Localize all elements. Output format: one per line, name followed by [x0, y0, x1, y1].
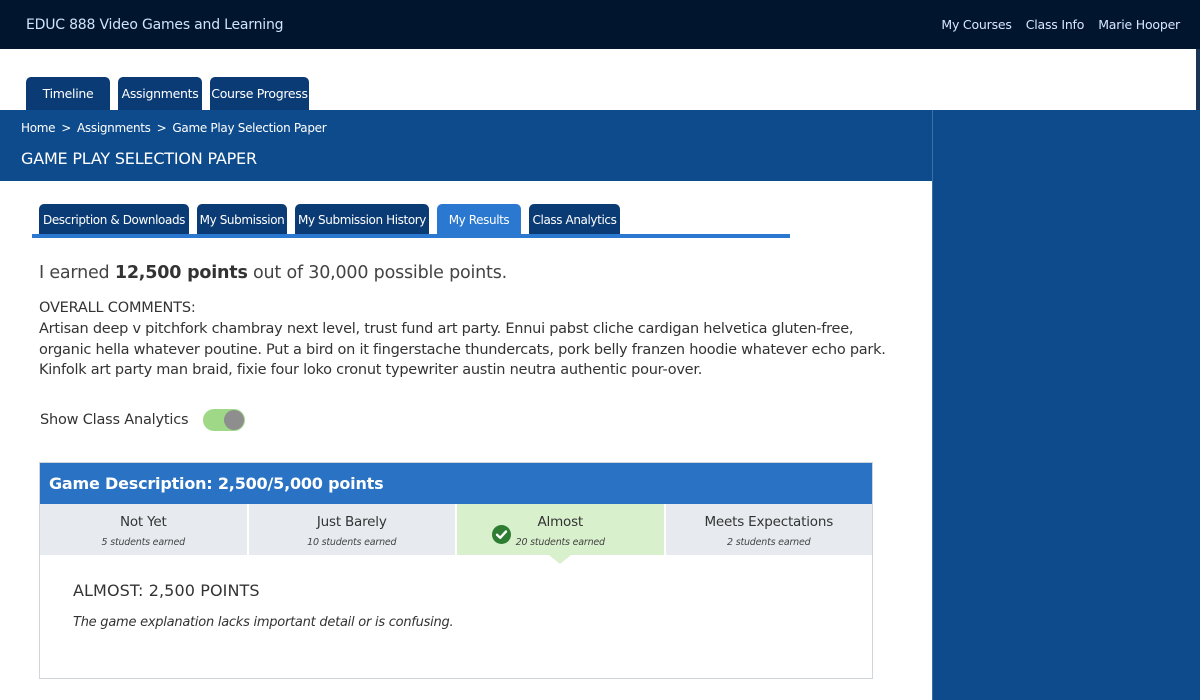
overall-comments-text: Artisan deep v pitchfork chambray next l…	[39, 321, 886, 378]
level-name: Not Yet	[119, 514, 167, 530]
level-almost[interactable]: Almost 20 students earned	[457, 504, 666, 555]
toggle-knob	[224, 410, 244, 430]
breadcrumb-current: Game Play Selection Paper	[172, 121, 327, 135]
level-count: 10 students earned	[307, 537, 397, 548]
points-suffix: out of 30,000 possible points.	[247, 263, 507, 283]
class-analytics-toggle[interactable]	[203, 409, 245, 431]
right-sidebar	[932, 110, 1200, 700]
level-count: 20 students earned	[515, 537, 605, 548]
selected-level-pointer	[549, 555, 571, 564]
level-just-barely[interactable]: Just Barely 10 students earned	[248, 504, 457, 555]
tab-my-results[interactable]: My Results	[437, 204, 521, 235]
course-title[interactable]: EDUC 888 Video Games and Learning	[26, 17, 284, 33]
rubric-card: Game Description: 2,500/5,000 points Not…	[39, 462, 873, 679]
my-courses-link[interactable]: My Courses	[941, 17, 1012, 32]
breadcrumb-home[interactable]: Home	[21, 121, 56, 135]
level-not-yet[interactable]: Not Yet 5 students earned	[40, 504, 249, 555]
user-menu-link[interactable]: Marie Hooper	[1098, 17, 1180, 32]
page-header: Home > Assignments > Game Play Selection…	[0, 110, 932, 181]
level-name: Just Barely	[316, 514, 387, 530]
breadcrumb-separator: >	[61, 121, 72, 135]
tabs-underline	[32, 234, 790, 238]
level-count: 5 students earned	[101, 537, 186, 548]
class-info-link[interactable]: Class Info	[1026, 17, 1085, 32]
breadcrumb-assignments[interactable]: Assignments	[77, 121, 151, 135]
tab-course-progress[interactable]: Course Progress	[210, 77, 309, 110]
breadcrumb: Home > Assignments > Game Play Selection…	[21, 121, 327, 135]
scroll-edge	[1196, 49, 1200, 110]
page-title: GAME PLAY SELECTION PAPER	[21, 149, 257, 168]
tab-class-analytics[interactable]: Class Analytics	[529, 204, 620, 235]
top-bar: EDUC 888 Video Games and Learning My Cou…	[0, 0, 1200, 49]
result-description: The game explanation lacks important det…	[73, 615, 454, 630]
points-earned: 12,500 points	[114, 263, 248, 283]
assignment-tabs: Description & Downloads My Submission My…	[39, 204, 620, 235]
level-name: Meets Expectations	[704, 514, 834, 530]
tab-my-submission-history[interactable]: My Submission History	[295, 204, 429, 235]
tab-assignments[interactable]: Assignments	[118, 77, 202, 110]
points-summary: I earned 12,500 points out of 30,000 pos…	[39, 263, 507, 283]
tab-description-downloads[interactable]: Description & Downloads	[39, 204, 189, 235]
level-meets-expectations[interactable]: Meets Expectations 2 students earned	[665, 504, 872, 555]
class-analytics-toggle-label: Show Class Analytics	[40, 412, 189, 428]
breadcrumb-separator: >	[156, 121, 167, 135]
level-count: 2 students earned	[727, 537, 811, 548]
tab-my-submission[interactable]: My Submission	[197, 204, 287, 235]
top-nav: My Courses Class Info Marie Hooper	[941, 17, 1180, 32]
result-title: ALMOST: 2,500 POINTS	[73, 581, 260, 600]
points-prefix: I earned	[39, 263, 115, 283]
overall-comments-heading: OVERALL COMMENTS:	[39, 300, 196, 316]
rubric-criterion-header: Game Description: 2,500/5,000 points	[40, 463, 872, 504]
main-tabs: Timeline Assignments Course Progress	[26, 77, 309, 110]
tab-timeline[interactable]: Timeline	[26, 77, 110, 110]
rubric-levels: Not Yet 5 students earned Just Barely 10…	[40, 504, 872, 555]
level-name: Almost	[537, 514, 584, 530]
